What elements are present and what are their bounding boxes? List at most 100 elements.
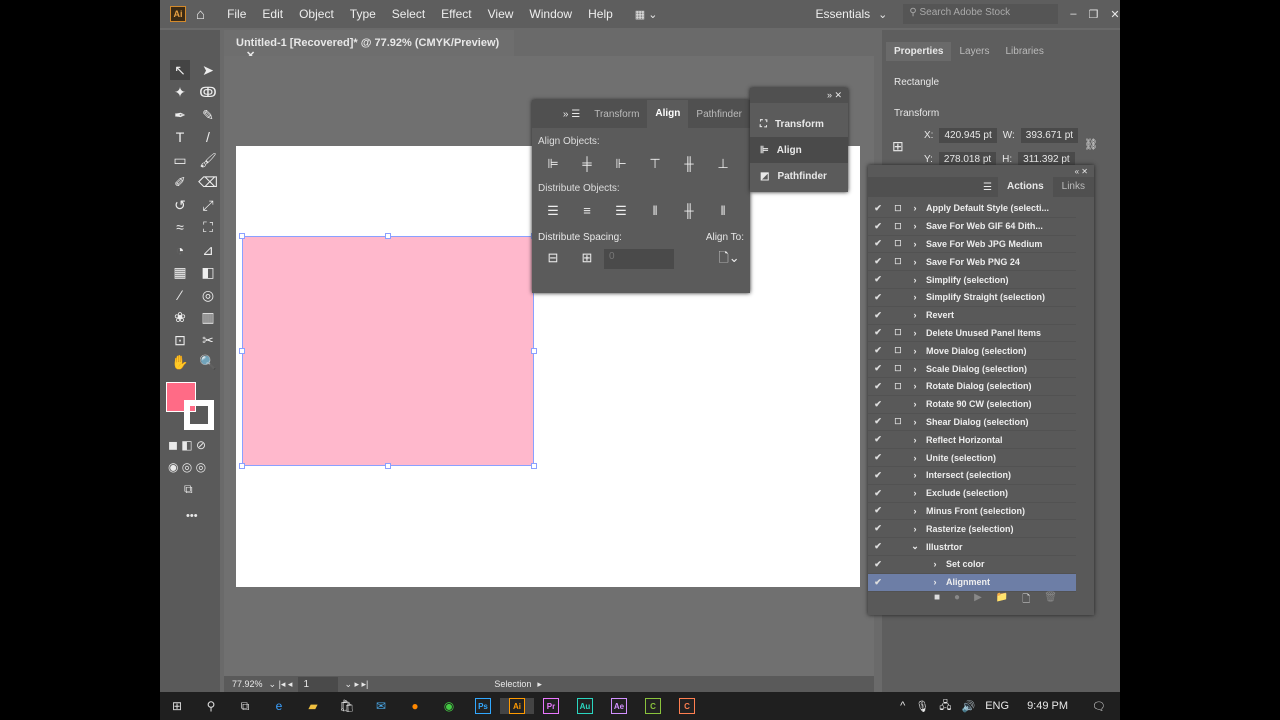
checkmark-icon[interactable]: ✔ — [868, 292, 888, 303]
checkmark-icon[interactable]: ✔ — [868, 452, 888, 463]
chevron-right-icon[interactable]: › — [908, 453, 922, 463]
delete-icon[interactable]: 🗑 — [1044, 592, 1057, 609]
taskbar-app-au[interactable]: Au — [568, 698, 602, 714]
action-item[interactable]: ✔ › Revert — [868, 307, 1076, 325]
chevron-right-icon[interactable]: › — [908, 364, 922, 374]
hand-icon[interactable]: ✋ — [170, 352, 190, 372]
file-explorer-icon[interactable]: ▰ — [296, 699, 330, 713]
checkmark-icon[interactable]: ✔ — [868, 310, 888, 321]
chevron-right-icon[interactable]: › — [908, 381, 922, 391]
flyout-item-align[interactable]: ⊫ Align — [750, 137, 848, 163]
free-transform-icon[interactable]: ⛶ — [198, 217, 218, 237]
checkmark-icon[interactable]: ✔ — [868, 416, 888, 427]
checkmark-icon[interactable]: ✔ — [868, 577, 888, 588]
vertical-spacing-icon[interactable]: ⊟ — [536, 247, 570, 269]
horizontal-spacing-icon[interactable]: ⊞ — [570, 247, 604, 269]
clock[interactable]: 9:49 PM — [1027, 700, 1068, 712]
dialog-toggle-icon[interactable]: ☐ — [888, 239, 908, 248]
scale-icon[interactable]: ⤢ — [198, 195, 218, 215]
microphone-icon[interactable]: 🎙 — [915, 700, 929, 713]
language-indicator[interactable]: ENG — [985, 700, 1009, 712]
symbol-sprayer-icon[interactable]: ❀ — [170, 307, 190, 327]
menu-help[interactable]: Help — [580, 7, 621, 21]
pen-tool-icon[interactable]: ✒ — [170, 105, 190, 125]
chevron-down-icon[interactable]: ⌄ — [878, 8, 887, 21]
action-item[interactable]: ✔ ☐ › Save For Web GIF 64 Dith... — [868, 218, 1076, 236]
collapse-icon[interactable]: « ✕ — [1075, 167, 1088, 176]
menu-type[interactable]: Type — [342, 7, 384, 21]
paintbrush-icon[interactable]: 🖌 — [198, 150, 218, 170]
checkmark-icon[interactable]: ✔ — [868, 327, 888, 338]
taskbar-app-ai[interactable]: Ai — [500, 698, 534, 714]
tab-properties[interactable]: Properties — [886, 42, 952, 61]
dialog-toggle-icon[interactable]: ☐ — [888, 257, 908, 266]
magic-wand-icon[interactable]: ✦ — [170, 82, 190, 102]
network-icon[interactable]: 🖧 — [939, 697, 951, 716]
action-item[interactable]: ✔ ☐ › Delete Unused Panel Items — [868, 325, 1076, 343]
document-tab[interactable]: Untitled-1 [Recovered]* @ 77.92% (CMYK/P… — [224, 30, 514, 62]
menu-select[interactable]: Select — [384, 7, 433, 21]
align-top-icon[interactable]: ⊤ — [638, 153, 672, 175]
perspective-icon[interactable]: ⊿ — [198, 240, 218, 260]
dialog-toggle-icon[interactable]: ☐ — [888, 328, 908, 337]
chevron-right-icon[interactable]: › — [908, 257, 922, 267]
action-item[interactable]: ✔ ☐ › Save For Web PNG 24 — [868, 253, 1076, 272]
shaper-icon[interactable]: ✐ — [170, 172, 190, 192]
chevron-right-icon[interactable]: › — [908, 435, 922, 445]
action-item[interactable]: ✔ › Exclude (selection) — [868, 485, 1076, 503]
menu-effect[interactable]: Effect — [433, 7, 479, 21]
checkmark-icon[interactable]: ✔ — [868, 256, 888, 267]
shape-builder-icon[interactable]: ◔ — [170, 240, 190, 260]
checkmark-icon[interactable]: ✔ — [868, 345, 888, 356]
distribute-top-icon[interactable]: ☰ — [536, 200, 570, 222]
checkmark-icon[interactable]: ✔ — [868, 434, 888, 445]
dialog-toggle-icon[interactable]: ☐ — [888, 417, 908, 426]
store-icon[interactable]: 🛍 — [330, 699, 364, 713]
task-view-icon[interactable]: ⧉ — [228, 699, 262, 714]
artboard-number[interactable]: 1 — [298, 676, 339, 692]
selection-tool-icon[interactable]: ↖ — [170, 60, 190, 80]
chevron-right-icon[interactable]: › — [928, 577, 942, 587]
dialog-toggle-icon[interactable]: ☐ — [888, 204, 908, 213]
checkmark-icon[interactable]: ✔ — [868, 470, 888, 481]
action-item[interactable]: ✔ › Alignment — [868, 573, 1076, 592]
dialog-toggle-icon[interactable]: ☐ — [888, 364, 908, 373]
stroke-swatch[interactable] — [184, 400, 214, 430]
flyout-item-pathfinder[interactable]: ◩ Pathfinder — [750, 163, 848, 189]
curvature-icon[interactable]: ✎ — [198, 105, 218, 125]
chevron-right-icon[interactable]: › — [908, 399, 922, 409]
zoom-icon[interactable]: 🔍 — [198, 352, 218, 372]
checkmark-icon[interactable]: ✔ — [868, 381, 888, 392]
chevron-right-icon[interactable]: › — [908, 310, 922, 320]
chevron-down-icon[interactable]: ⌄ — [908, 541, 922, 552]
x-field[interactable]: 420.945 pt — [939, 128, 997, 143]
menu-view[interactable]: View — [480, 7, 522, 21]
windows-start-icon[interactable]: ⊞ — [160, 699, 194, 713]
dialog-toggle-icon[interactable]: ☐ — [888, 222, 908, 231]
panel-menu-icon[interactable]: ☰ — [983, 182, 998, 193]
chrome-icon[interactable]: ◉ — [432, 699, 466, 713]
chevron-right-icon[interactable]: › — [908, 506, 922, 516]
chevron-right-icon[interactable]: › — [908, 292, 922, 302]
action-item[interactable]: ✔ › Simplify Straight (selection) — [868, 289, 1076, 307]
search-stock-input[interactable]: ⚲ Search Adobe Stock — [903, 4, 1059, 24]
tab-transform[interactable]: Transform — [586, 109, 647, 120]
align-left-icon[interactable]: ⊫ — [536, 153, 570, 175]
chevron-right-icon[interactable]: › — [908, 239, 922, 249]
artboard-icon[interactable]: ⊡ — [170, 330, 190, 350]
menu-edit[interactable]: Edit — [254, 7, 291, 21]
checkmark-icon[interactable]: ✔ — [868, 274, 888, 285]
action-item[interactable]: ✔ › Set color — [868, 556, 1076, 574]
search-icon[interactable]: ⚲ — [194, 699, 228, 713]
stop-icon[interactable]: ■ — [934, 592, 940, 609]
lasso-icon[interactable]: ↂ — [198, 82, 218, 102]
tab-pathfinder[interactable]: Pathfinder — [688, 109, 750, 120]
action-item[interactable]: ✔ › Reflect Horizontal — [868, 431, 1076, 450]
home-icon[interactable]: ⌂ — [196, 6, 205, 23]
checkmark-icon[interactable]: ✔ — [868, 221, 888, 232]
taskbar-app-ae[interactable]: Ae — [602, 698, 636, 714]
action-item[interactable]: ✔ ☐ › Save For Web JPG Medium — [868, 236, 1076, 254]
distribute-right-icon[interactable]: ‖ — [706, 200, 740, 222]
align-to-dropdown[interactable]: 🗋⌄ — [712, 247, 746, 269]
gradient-icon[interactable]: ◧ — [198, 262, 218, 282]
